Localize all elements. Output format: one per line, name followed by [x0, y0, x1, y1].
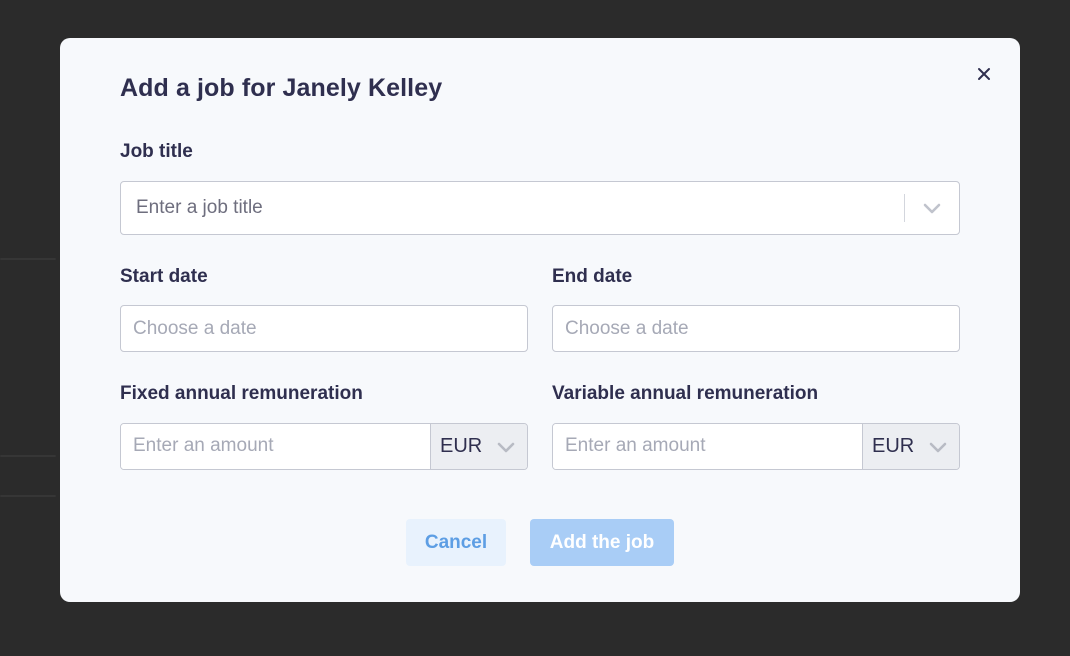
- fixed-remuneration-label: Fixed annual remuneration: [120, 383, 363, 404]
- variable-currency-value: EUR: [872, 435, 915, 457]
- start-date-input[interactable]: Choose a date: [120, 305, 528, 352]
- start-date-placeholder: Choose a date: [133, 318, 257, 339]
- background-line: [0, 258, 56, 260]
- background-line: [0, 495, 56, 497]
- close-button[interactable]: [974, 64, 994, 84]
- cancel-button[interactable]: Cancel: [406, 519, 506, 566]
- fixed-amount-placeholder: Enter an amount: [133, 435, 274, 456]
- add-job-modal: Add a job for Janely Kelley Job title En…: [60, 38, 1020, 602]
- end-date-label: End date: [552, 266, 633, 287]
- job-title-label: Job title: [120, 141, 193, 162]
- add-job-button[interactable]: Add the job: [530, 519, 674, 566]
- chevron-down-icon: [923, 203, 941, 213]
- variable-remuneration-label: Variable annual remuneration: [552, 383, 819, 404]
- end-date-input[interactable]: Choose a date: [552, 305, 960, 352]
- job-title-placeholder: Enter a job title: [136, 197, 263, 218]
- modal-title: Add a job for Janely Kelley: [120, 74, 443, 102]
- select-divider: [904, 194, 905, 222]
- variable-currency-select[interactable]: EUR: [863, 424, 959, 469]
- chevron-down-icon: [497, 442, 515, 452]
- close-icon[interactable]: [977, 67, 991, 81]
- fixed-currency-select[interactable]: EUR: [431, 424, 527, 469]
- variable-remuneration-field: Enter an amount EUR: [552, 423, 960, 470]
- start-date-label: Start date: [120, 266, 208, 287]
- background-line: [0, 455, 56, 457]
- job-title-dropdown-toggle[interactable]: [921, 198, 943, 218]
- end-date-placeholder: Choose a date: [565, 318, 689, 339]
- job-title-select[interactable]: Enter a job title: [120, 181, 960, 235]
- fixed-remuneration-field: Enter an amount EUR: [120, 423, 528, 470]
- chevron-down-icon: [929, 442, 947, 452]
- variable-amount-input[interactable]: Enter an amount: [553, 424, 863, 469]
- fixed-amount-input[interactable]: Enter an amount: [121, 424, 431, 469]
- variable-amount-placeholder: Enter an amount: [565, 435, 706, 456]
- fixed-currency-value: EUR: [440, 435, 483, 457]
